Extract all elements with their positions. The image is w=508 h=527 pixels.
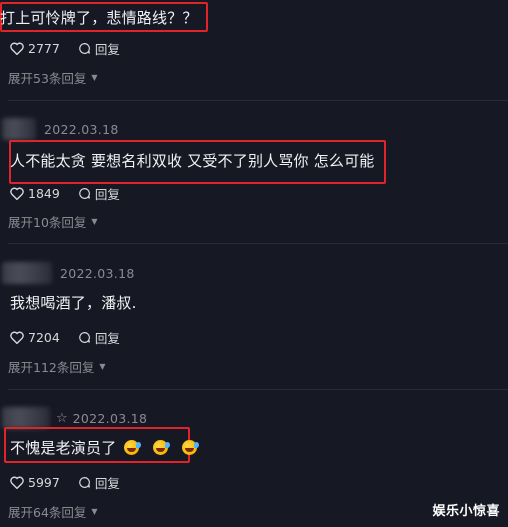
comment-date: 2022.03.18 [60,265,135,281]
comment-meta-3: 2022.03.18 [0,262,135,284]
heart-icon[interactable] [10,187,24,200]
comment-date: 2022.03.18 [72,410,148,426]
comment-actions-4: 5997 回复 [10,473,120,492]
expand-replies-1[interactable]: 展开53条回复 ▼ [8,68,98,87]
comment-actions-3: 7204 回复 [10,328,120,347]
expand-replies-4[interactable]: 展开64条回复 ▼ [8,502,98,521]
expand-replies-2[interactable]: 展开10条回复 ▼ [8,212,98,231]
laughing-tears-emoji [124,440,142,455]
comment-bubble-icon [79,477,90,488]
like-count: 5997 [28,475,60,490]
reply-button[interactable]: 回复 [78,39,120,58]
username-blurred [2,118,36,140]
like-count: 7204 [28,330,60,345]
caret-down-icon: ▼ [91,507,98,516]
laughing-tears-emoji [182,440,200,455]
caret-down-icon: ▼ [91,73,98,82]
divider [8,389,508,390]
comment-bubble-icon [79,332,90,343]
like-count: 1849 [28,186,60,201]
comment-text-4: 不愧是老演员了 [10,437,200,458]
comment-actions-2: 1849 回复 [10,184,120,203]
comment-bubble-icon [79,43,90,54]
comment-actions-1: 2777 回复 [10,39,120,58]
comment-meta-2: 2022.03.18 [0,118,119,140]
username-blurred [2,407,50,429]
watermark: 娱乐小惊喜 [432,504,500,519]
reply-button[interactable]: 回复 [78,473,120,492]
reply-button[interactable]: 回复 [78,328,120,347]
username-blurred [2,262,52,284]
comment-text-1: 打上可怜牌了，悲情路线？？ [0,9,198,27]
expand-replies-3[interactable]: 展开112条回复 ▼ [8,357,106,376]
star-icon: ☆ [56,410,68,426]
laughing-tears-emoji [153,440,171,455]
heart-icon[interactable] [10,42,24,55]
caret-down-icon: ▼ [99,362,106,371]
caret-down-icon: ▼ [91,217,98,226]
comment-meta-4: ☆ 2022.03.18 [0,407,148,429]
comment-text-3: 我想喝酒了，潘叔. [10,294,137,312]
like-count: 2777 [28,41,60,56]
reply-button[interactable]: 回复 [78,184,120,203]
comment-bubble-icon [79,188,90,199]
heart-icon[interactable] [10,331,24,344]
heart-icon[interactable] [10,476,24,489]
divider [8,243,508,244]
comment-date: 2022.03.18 [44,121,119,137]
divider [8,100,508,101]
comment-text-2: 人不能太贪 要想名利双收 又受不了别人骂你 怎么可能 [10,152,375,170]
